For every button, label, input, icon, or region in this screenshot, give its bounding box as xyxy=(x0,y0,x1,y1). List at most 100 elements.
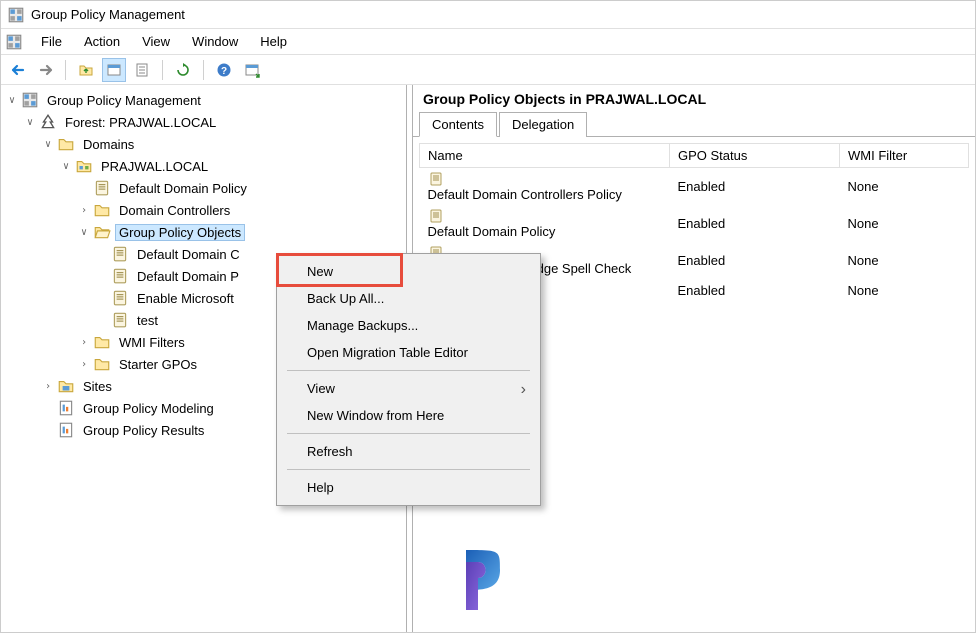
menu-view[interactable]: View xyxy=(132,32,180,51)
context-menu-new-window-from-here[interactable]: New Window from Here xyxy=(279,402,538,429)
back-button[interactable] xyxy=(5,58,29,82)
collapse-icon[interactable]: ∨ xyxy=(23,115,37,129)
col-status[interactable]: GPO Status xyxy=(670,144,840,168)
tree-item-label: Default Domain Policy xyxy=(115,180,251,197)
tree-item-label: Default Domain C xyxy=(133,246,244,263)
context-menu-separator xyxy=(287,433,530,434)
tree-item-label: Enable Microsoft xyxy=(133,290,238,307)
tree-item-label: Sites xyxy=(79,378,116,395)
menu-help[interactable]: Help xyxy=(250,32,297,51)
tree-default-domain-policy[interactable]: Default Domain Policy xyxy=(73,177,406,199)
cell-status: Enabled xyxy=(670,168,840,206)
toolbar-separator xyxy=(203,60,204,80)
titlebar: Group Policy Management xyxy=(1,1,975,29)
mmc-icon xyxy=(5,33,23,51)
scroll-icon xyxy=(111,289,129,307)
menu-window[interactable]: Window xyxy=(182,32,248,51)
watermark-logo xyxy=(448,542,516,614)
action-button[interactable] xyxy=(240,58,264,82)
context-menu-manage-backups-[interactable]: Manage Backups... xyxy=(279,312,538,339)
tree-item-label: Domain Controllers xyxy=(115,202,234,219)
tree-item-label: Default Domain P xyxy=(133,268,243,285)
table-row[interactable]: Default Domain Controllers Policy Enabled… xyxy=(420,168,969,206)
cell-wmi: None xyxy=(840,242,969,279)
tree-item-label: Starter GPOs xyxy=(115,356,201,373)
tree-domains-label: Domains xyxy=(79,136,138,153)
help-button-toolbar[interactable] xyxy=(212,58,236,82)
report-icon xyxy=(57,399,75,417)
tree-item-label: test xyxy=(133,312,162,329)
cell-wmi: None xyxy=(840,168,969,206)
tree-forest[interactable]: ∨ Forest: PRAJWAL.LOCAL xyxy=(19,111,406,133)
tree-root-label: Group Policy Management xyxy=(43,92,205,109)
cell-status: Enabled xyxy=(670,279,840,301)
cell-status: Enabled xyxy=(670,242,840,279)
tree-item-label: WMI Filters xyxy=(115,334,189,351)
collapse-icon[interactable]: ∨ xyxy=(77,225,91,239)
table-row[interactable]: Default Domain PolicyEnabledNone xyxy=(420,205,969,242)
scroll-icon xyxy=(428,208,444,224)
context-menu-help[interactable]: Help xyxy=(279,474,538,501)
cell-wmi: None xyxy=(840,279,969,301)
cell-name: Default Domain Policy xyxy=(428,224,556,239)
expand-icon[interactable]: › xyxy=(41,379,55,393)
tree-group-policy-objects[interactable]: ∨ Group Policy Objects xyxy=(73,221,406,243)
collapse-icon[interactable]: ∨ xyxy=(41,137,55,151)
up-button[interactable] xyxy=(74,58,98,82)
context-menu-new[interactable]: New xyxy=(279,258,538,285)
scroll-icon xyxy=(111,267,129,285)
scroll-icon xyxy=(111,311,129,329)
window-title: Group Policy Management xyxy=(31,7,185,22)
context-menu-back-up-all-[interactable]: Back Up All... xyxy=(279,285,538,312)
menu-file[interactable]: File xyxy=(31,32,72,51)
col-wmi[interactable]: WMI Filter xyxy=(840,144,969,168)
tree-forest-label: Forest: PRAJWAL.LOCAL xyxy=(61,114,220,131)
context-menu-open-migration-table-editor[interactable]: Open Migration Table Editor xyxy=(279,339,538,366)
toolbar-separator xyxy=(162,60,163,80)
cell-wmi: None xyxy=(840,205,969,242)
collapse-icon[interactable]: ∨ xyxy=(59,159,73,173)
tab-delegation[interactable]: Delegation xyxy=(499,112,587,137)
domain-icon xyxy=(75,157,93,175)
forest-icon xyxy=(39,113,57,131)
context-menu-separator xyxy=(287,469,530,470)
folder-icon xyxy=(93,355,111,373)
context-menu: NewBack Up All...Manage Backups...Open M… xyxy=(276,253,541,506)
expand-icon[interactable]: › xyxy=(77,203,91,217)
report-icon xyxy=(57,421,75,439)
tree-item-label: Group Policy Modeling xyxy=(79,400,218,417)
folder-icon xyxy=(93,201,111,219)
collapse-icon[interactable]: ∨ xyxy=(5,93,19,107)
folder-open-icon xyxy=(93,223,111,241)
show-hide-tree-button[interactable] xyxy=(102,58,126,82)
tab-contents[interactable]: Contents xyxy=(419,112,497,137)
toolbar-separator xyxy=(65,60,66,80)
tree-domains[interactable]: ∨ Domains xyxy=(37,133,406,155)
scroll-icon xyxy=(93,179,111,197)
app-icon xyxy=(7,6,25,24)
expand-icon[interactable]: › xyxy=(77,335,91,349)
properties-button[interactable] xyxy=(130,58,154,82)
cell-name: Default Domain Controllers Policy xyxy=(428,187,622,202)
right-title: Group Policy Objects in PRAJWAL.LOCAL xyxy=(413,85,975,111)
folder-icon xyxy=(93,333,111,351)
toolbar xyxy=(1,55,975,85)
tree-domain[interactable]: ∨ PRAJWAL.LOCAL xyxy=(55,155,406,177)
context-menu-separator xyxy=(287,370,530,371)
col-name[interactable]: Name xyxy=(420,144,670,168)
folder-icon xyxy=(57,135,75,153)
sites-icon xyxy=(57,377,75,395)
scroll-icon xyxy=(428,171,444,187)
expand-icon[interactable]: › xyxy=(77,357,91,371)
forward-button[interactable] xyxy=(33,58,57,82)
menu-action[interactable]: Action xyxy=(74,32,130,51)
tree-item-label: Group Policy Results xyxy=(79,422,208,439)
refresh-button[interactable] xyxy=(171,58,195,82)
tree-domain-controllers[interactable]: › Domain Controllers xyxy=(73,199,406,221)
scroll-icon xyxy=(111,245,129,263)
context-menu-refresh[interactable]: Refresh xyxy=(279,438,538,465)
tree-root[interactable]: ∨ Group Policy Management xyxy=(1,89,406,111)
tree-domain-label: PRAJWAL.LOCAL xyxy=(97,158,212,175)
gpm-icon xyxy=(21,91,39,109)
context-menu-view[interactable]: View xyxy=(279,375,538,402)
